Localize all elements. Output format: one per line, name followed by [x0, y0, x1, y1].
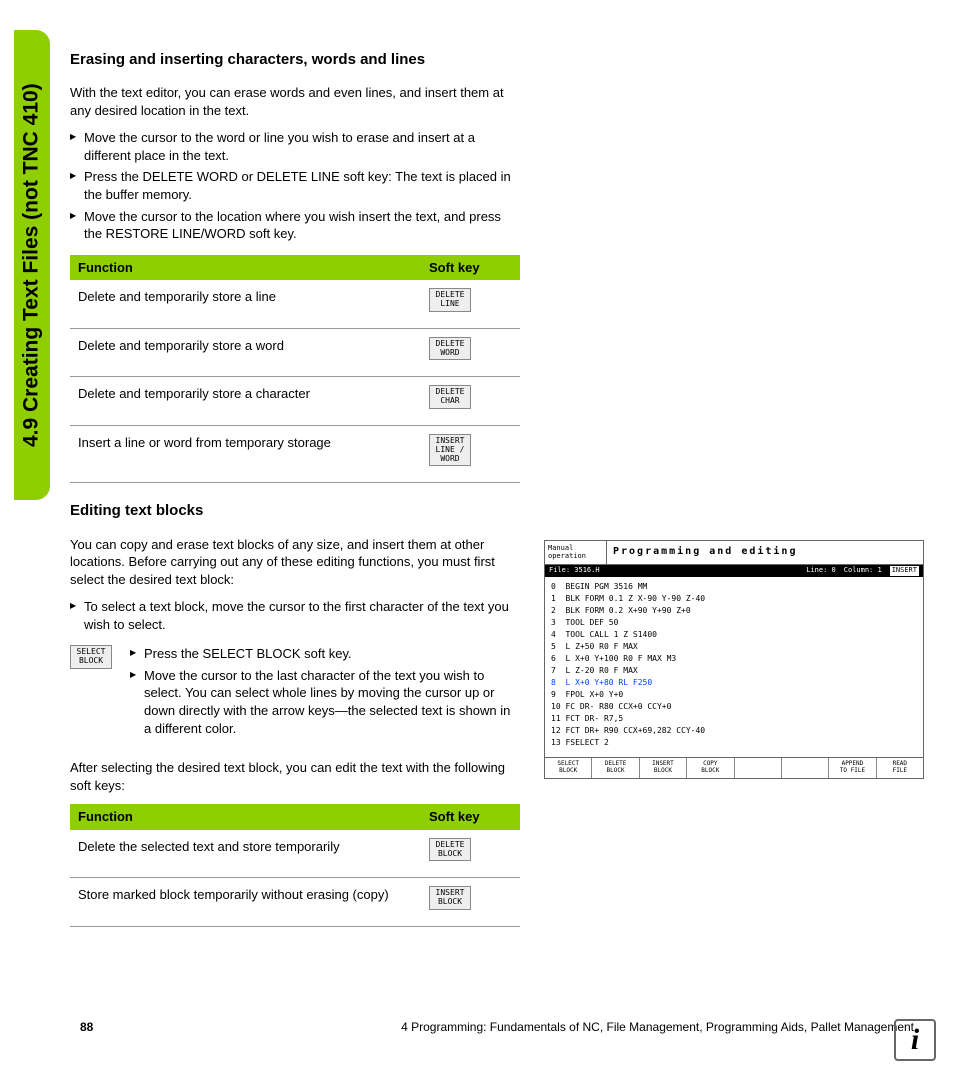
bullet-item: Move the cursor to the location where yo… — [70, 208, 520, 243]
section2-table: Function Soft key Delete the selected te… — [70, 804, 520, 927]
table-row: Delete the selected text and store tempo… — [70, 830, 520, 878]
softkey-insert-line-word[interactable]: INSERT LINE / WORD — [429, 434, 471, 466]
code-line-highlighted: 8 L X+0 Y+80 RL F250 — [551, 677, 917, 689]
code-line: 5 L Z+50 R0 F MAX — [551, 641, 917, 653]
fn-cell: Insert a line or word from temporary sto… — [70, 425, 421, 482]
softkey-delete-char[interactable]: DELETE CHAR — [429, 385, 471, 409]
ss-line: Line: 0 — [806, 566, 836, 575]
bullet-item: Press the SELECT BLOCK soft key. — [130, 645, 520, 663]
softkey-delete-block[interactable]: DELETE BLOCK — [429, 838, 471, 862]
ss-sk-select-block[interactable]: SELECT BLOCK — [545, 758, 592, 778]
ss-file: File: 3516.H — [549, 566, 600, 575]
ss-statusbar: File: 3516.H Line: 0 Column: 1 INSERT — [545, 565, 923, 576]
section1-intro: With the text editor, you can erase word… — [70, 84, 520, 119]
col-softkey: Soft key — [421, 255, 520, 281]
col-softkey: Soft key — [421, 804, 520, 830]
code-line: 0 BEGIN PGM 3516 MM — [551, 581, 917, 593]
main-content: Erasing and inserting characters, words … — [70, 50, 520, 927]
ss-sk-append-file[interactable]: APPEND TO FILE — [829, 758, 876, 778]
bullet-item: To select a text block, move the cursor … — [70, 598, 520, 633]
ss-sk-insert-block[interactable]: INSERT BLOCK — [640, 758, 687, 778]
editor-screenshot: Manual operation Programming and editing… — [544, 540, 924, 779]
section2-intro: You can copy and erase text blocks of an… — [70, 536, 520, 589]
side-tab: 4.9 Creating Text Files (not TNC 410) — [14, 30, 50, 500]
page-number: 88 — [80, 1019, 93, 1035]
ss-code: 0 BEGIN PGM 3516 MM 1 BLK FORM 0.1 Z X-9… — [545, 577, 923, 757]
ss-sk-empty — [782, 758, 829, 778]
table-row: Insert a line or word from temporary sto… — [70, 425, 520, 482]
code-line: 2 BLK FORM 0.2 X+90 Y+90 Z+0 — [551, 605, 917, 617]
table-row: Delete and temporarily store a character… — [70, 377, 520, 426]
section2-lead-bullets: To select a text block, move the cursor … — [70, 598, 520, 633]
section2-after: After selecting the desired text block, … — [70, 759, 520, 794]
ss-title: Programming and editing — [607, 541, 923, 564]
section2-heading: Editing text blocks — [70, 501, 520, 521]
ss-sk-copy-block[interactable]: COPY BLOCK — [687, 758, 734, 778]
col-function: Function — [70, 804, 421, 830]
section1-heading: Erasing and inserting characters, words … — [70, 50, 520, 70]
code-line: 3 TOOL DEF 50 — [551, 617, 917, 629]
page-footer: 88 4 Programming: Fundamentals of NC, Fi… — [80, 1019, 914, 1035]
softkey-delete-word[interactable]: DELETE WORD — [429, 337, 471, 361]
fn-cell: Delete and temporarily store a character — [70, 377, 421, 426]
code-line: 6 L X+0 Y+100 R0 F MAX M3 — [551, 653, 917, 665]
fn-cell: Store marked block temporarily without e… — [70, 878, 421, 927]
fn-cell: Delete the selected text and store tempo… — [70, 830, 421, 878]
code-line: 13 FSELECT 2 — [551, 737, 917, 749]
code-line: 12 FCT DR+ R90 CCX+69,282 CCY-40 — [551, 725, 917, 737]
code-line: 11 FCT DR- R7,5 — [551, 713, 917, 725]
ss-softkey-row: SELECT BLOCK DELETE BLOCK INSERT BLOCK C… — [545, 757, 923, 778]
section1-table: Function Soft key Delete and temporarily… — [70, 255, 520, 484]
code-line: 4 TOOL CALL 1 Z S1400 — [551, 629, 917, 641]
softkey-select-block[interactable]: SELECT BLOCK — [70, 645, 112, 669]
table-row: Delete and temporarily store a line DELE… — [70, 280, 520, 328]
table-row: Store marked block temporarily without e… — [70, 878, 520, 927]
side-tab-title: 4.9 Creating Text Files (not TNC 410) — [18, 83, 46, 447]
code-line: 10 FC DR- R80 CCX+0 CCY+0 — [551, 701, 917, 713]
fn-cell: Delete and temporarily store a word — [70, 328, 421, 377]
chapter-title: 4 Programming: Fundamentals of NC, File … — [401, 1019, 914, 1035]
ss-insertmode: INSERT — [890, 566, 919, 575]
code-line: 7 L Z-20 R0 F MAX — [551, 665, 917, 677]
bullet-item: Press the DELETE WORD or DELETE LINE sof… — [70, 168, 520, 203]
code-line: 9 FPOL X+0 Y+0 — [551, 689, 917, 701]
col-function: Function — [70, 255, 421, 281]
softkey-delete-line[interactable]: DELETE LINE — [429, 288, 471, 312]
ss-col: Column: 1 — [844, 566, 882, 575]
fn-cell: Delete and temporarily store a line — [70, 280, 421, 328]
ss-sk-read-file[interactable]: READ FILE — [877, 758, 923, 778]
section2-sub-bullets: Press the SELECT BLOCK soft key. Move th… — [130, 645, 520, 737]
table-row: Delete and temporarily store a word DELE… — [70, 328, 520, 377]
ss-mode: Manual operation — [545, 541, 607, 564]
ss-sk-delete-block[interactable]: DELETE BLOCK — [592, 758, 639, 778]
ss-sk-empty — [735, 758, 782, 778]
code-line: 1 BLK FORM 0.1 Z X-90 Y-90 Z-40 — [551, 593, 917, 605]
section1-bullets: Move the cursor to the word or line you … — [70, 129, 520, 242]
bullet-item: Move the cursor to the last character of… — [130, 667, 520, 737]
bullet-item: Move the cursor to the word or line you … — [70, 129, 520, 164]
select-block-instruction: SELECT BLOCK Press the SELECT BLOCK soft… — [70, 645, 520, 749]
info-icon: i — [894, 1019, 936, 1061]
softkey-insert-block[interactable]: INSERT BLOCK — [429, 886, 471, 910]
